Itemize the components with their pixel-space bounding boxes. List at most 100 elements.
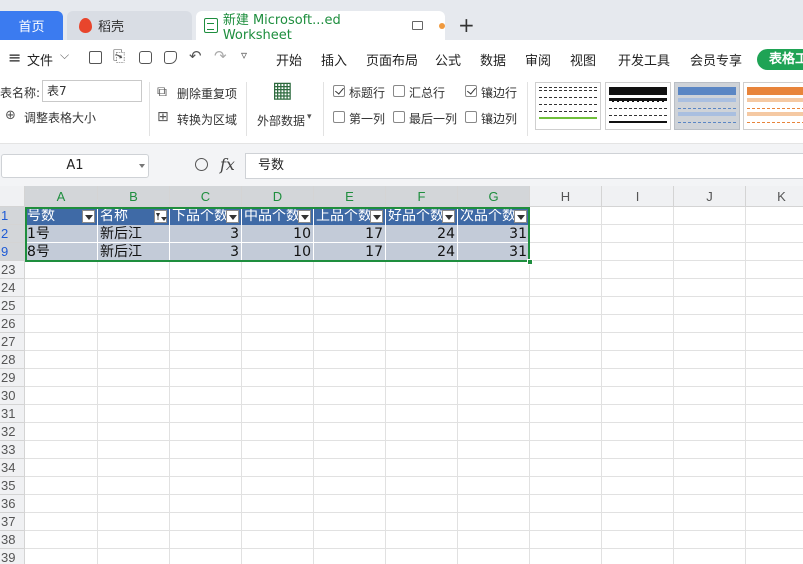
row-header-38[interactable]: 38 bbox=[0, 531, 25, 549]
last-column-checkbox[interactable] bbox=[393, 111, 405, 123]
convert-to-range-button[interactable]: 转换为区域 bbox=[177, 111, 237, 128]
row-header-9[interactable]: 9 bbox=[0, 243, 25, 261]
sheet-grid[interactable]: A B C D E F G H I J K 1 2 9 23 24 25 26 27 28 29 30 31 32 33 34 35… bbox=[0, 186, 803, 564]
column-header-d[interactable]: D bbox=[242, 186, 314, 207]
column-header-j[interactable]: J bbox=[674, 186, 746, 207]
row-header-35[interactable]: 35 bbox=[0, 477, 25, 495]
chevron-down-icon[interactable]: ▾ bbox=[307, 112, 312, 122]
tab-home[interactable]: 首页 bbox=[0, 11, 63, 40]
table-style-swatch-black[interactable] bbox=[605, 82, 671, 130]
column-header-k[interactable]: K bbox=[746, 186, 803, 207]
row-header-28[interactable]: 28 bbox=[0, 351, 25, 369]
banded-columns-checkbox[interactable] bbox=[465, 111, 477, 123]
row-header-30[interactable]: 30 bbox=[0, 387, 25, 405]
filter-dropdown-icon[interactable] bbox=[442, 210, 455, 223]
total-row-checkbox[interactable] bbox=[393, 85, 405, 97]
filter-dropdown-icon[interactable] bbox=[298, 210, 311, 223]
row-header-33[interactable]: 33 bbox=[0, 441, 25, 459]
row-header-27[interactable]: 27 bbox=[0, 333, 25, 351]
filter-dropdown-icon[interactable] bbox=[226, 210, 239, 223]
fx-icon[interactable]: fx bbox=[220, 155, 235, 174]
row-header-36[interactable]: 36 bbox=[0, 495, 25, 513]
row-header-39[interactable]: 39 bbox=[0, 549, 25, 564]
first-column-checkbox[interactable] bbox=[333, 111, 345, 123]
quick-access-dropdown-icon[interactable]: ▿ bbox=[241, 48, 247, 62]
row-header-34[interactable]: 34 bbox=[0, 459, 25, 477]
table-cell[interactable]: 10 bbox=[242, 243, 314, 261]
find-icon[interactable] bbox=[164, 51, 177, 64]
tab-table-tools[interactable]: 表格工 bbox=[757, 49, 803, 70]
table-cell[interactable]: 31 bbox=[458, 225, 530, 243]
table-cell[interactable]: 31 bbox=[458, 243, 530, 261]
table-name-input[interactable]: 表7 bbox=[42, 80, 142, 102]
filter-dropdown-icon[interactable] bbox=[514, 210, 527, 223]
redo-icon[interactable]: ↷ bbox=[214, 47, 227, 65]
table-cell[interactable]: 3 bbox=[170, 243, 242, 261]
tab-workbook[interactable]: 新建 Microsoft...ed Worksheet bbox=[196, 11, 446, 43]
formula-input[interactable]: 号数 bbox=[245, 153, 803, 179]
table-cell[interactable]: 10 bbox=[242, 225, 314, 243]
row-header-32[interactable]: 32 bbox=[0, 423, 25, 441]
tab-docer[interactable]: 稻壳 bbox=[67, 11, 192, 40]
row-header-24[interactable]: 24 bbox=[0, 279, 25, 297]
menu-item-insert[interactable]: 插入 bbox=[321, 50, 347, 69]
row-header-2[interactable]: 2 bbox=[0, 225, 25, 243]
filter-dropdown-icon[interactable] bbox=[82, 210, 95, 223]
row-header-37[interactable]: 37 bbox=[0, 513, 25, 531]
menu-item-page-layout[interactable]: 页面布局 bbox=[366, 50, 418, 69]
zoom-search-icon[interactable] bbox=[195, 158, 208, 171]
column-header-e[interactable]: E bbox=[314, 186, 386, 207]
table-cell[interactable]: 1号 bbox=[25, 225, 98, 243]
column-header-i[interactable]: I bbox=[602, 186, 674, 207]
chevron-down-icon[interactable]: ⌵ bbox=[60, 48, 69, 63]
external-data-button[interactable]: 外部数据 bbox=[257, 112, 305, 129]
table-cell[interactable]: 新后江 bbox=[98, 225, 170, 243]
table-style-swatch-blue[interactable] bbox=[674, 82, 740, 130]
chevron-down-icon[interactable] bbox=[139, 164, 145, 168]
table-cell[interactable]: 17 bbox=[314, 243, 386, 261]
select-all-corner[interactable] bbox=[0, 186, 25, 207]
row-header-1[interactable]: 1 bbox=[0, 207, 25, 225]
row-header-29[interactable]: 29 bbox=[0, 369, 25, 387]
menu-item-review[interactable]: 审阅 bbox=[525, 50, 551, 69]
menu-file[interactable]: 文件 bbox=[27, 50, 53, 69]
column-header-a[interactable]: A bbox=[25, 186, 98, 207]
table-cell[interactable]: 24 bbox=[386, 243, 458, 261]
resize-table-button[interactable]: 调整表格大小 bbox=[24, 109, 96, 126]
banded-rows-checkbox[interactable] bbox=[465, 85, 477, 97]
hamburger-icon[interactable]: ≡ bbox=[8, 48, 21, 67]
table-style-swatch-green[interactable] bbox=[535, 82, 601, 130]
menu-item-start[interactable]: 开始 bbox=[276, 50, 302, 69]
remove-duplicates-button[interactable]: 删除重复项 bbox=[177, 85, 237, 102]
filter-active-icon[interactable] bbox=[154, 210, 167, 223]
row-header-25[interactable]: 25 bbox=[0, 297, 25, 315]
row-header-23[interactable]: 23 bbox=[0, 261, 25, 279]
table-cell[interactable]: 17 bbox=[314, 225, 386, 243]
menu-item-data[interactable]: 数据 bbox=[480, 50, 506, 69]
row-header-26[interactable]: 26 bbox=[0, 315, 25, 333]
table-style-swatch-orange[interactable] bbox=[743, 82, 803, 130]
menu-item-member[interactable]: 会员专享 bbox=[690, 50, 742, 69]
table-cell[interactable]: 24 bbox=[386, 225, 458, 243]
fill-handle[interactable] bbox=[527, 259, 533, 265]
menu-item-view[interactable]: 视图 bbox=[570, 50, 596, 69]
undo-icon[interactable]: ↶ bbox=[189, 47, 202, 65]
save-icon[interactable] bbox=[89, 51, 102, 64]
table-cell[interactable]: 新后江 bbox=[98, 243, 170, 261]
name-box[interactable]: A1 bbox=[1, 154, 149, 178]
column-header-b[interactable]: B bbox=[98, 186, 170, 207]
menu-item-formulas[interactable]: 公式 bbox=[435, 50, 461, 69]
new-tab-button[interactable]: + bbox=[458, 14, 475, 36]
table-cell[interactable]: 8号 bbox=[25, 243, 98, 261]
column-header-g[interactable]: G bbox=[458, 186, 530, 207]
header-row-checkbox[interactable] bbox=[333, 85, 345, 97]
table-cell[interactable]: 3 bbox=[170, 225, 242, 243]
print-icon[interactable] bbox=[139, 51, 152, 64]
filter-dropdown-icon[interactable] bbox=[370, 210, 383, 223]
row-header-31[interactable]: 31 bbox=[0, 405, 25, 423]
column-header-h[interactable]: H bbox=[530, 186, 602, 207]
column-header-f[interactable]: F bbox=[386, 186, 458, 207]
column-header-c[interactable]: C bbox=[170, 186, 242, 207]
print-preview-icon[interactable]: ⎘ bbox=[113, 47, 125, 65]
menu-item-developer[interactable]: 开发工具 bbox=[618, 50, 670, 69]
